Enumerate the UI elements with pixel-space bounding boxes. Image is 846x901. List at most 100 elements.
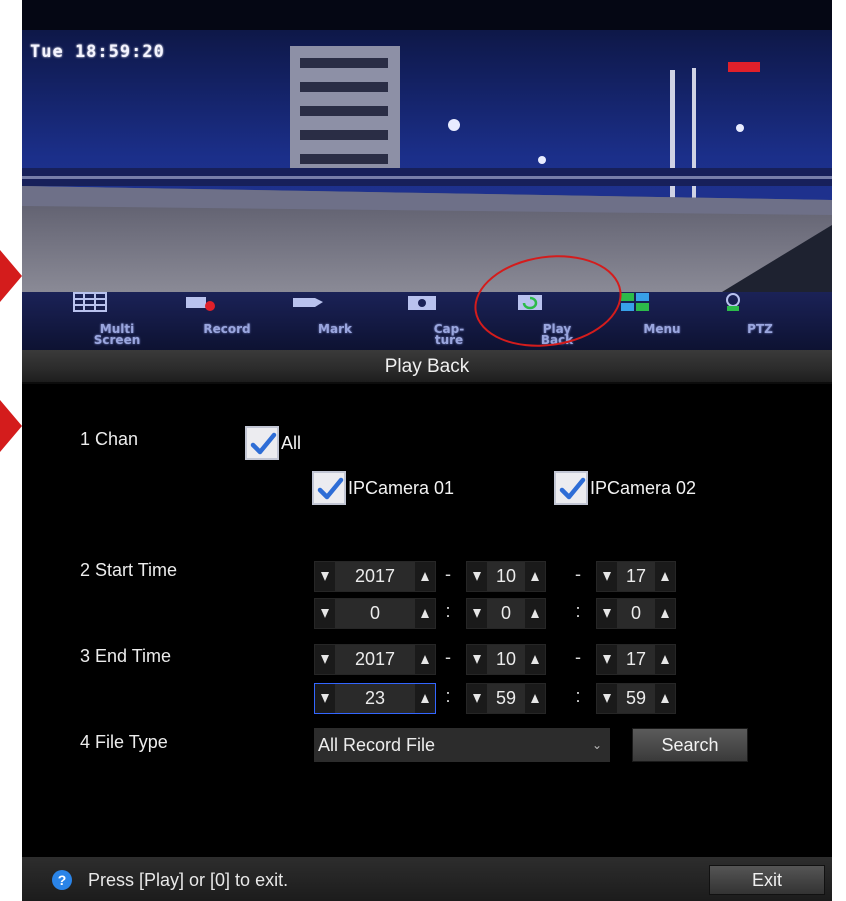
spinner-value: 10: [495, 566, 517, 586]
decrement-arrow-icon[interactable]: [315, 684, 335, 713]
search-button[interactable]: Search: [632, 728, 748, 762]
record-icon: [186, 297, 215, 311]
spinner-value: 10: [495, 649, 517, 669]
spinner-value: 2017: [354, 566, 396, 586]
increment-arrow-icon[interactable]: [415, 645, 435, 674]
file-type-label: 4 File Type: [80, 732, 168, 752]
decrement-arrow-icon[interactable]: [467, 645, 487, 674]
spinner-value: 17: [625, 566, 647, 586]
decrement-arrow-icon[interactable]: [597, 645, 617, 674]
start-minute-spinner[interactable]: 0: [466, 598, 546, 629]
dialog-title: Play Back: [22, 350, 832, 384]
time-separator: :: [575, 686, 581, 706]
checkmark-icon: [250, 432, 277, 455]
decrement-arrow-icon[interactable]: [315, 599, 335, 628]
end-hour-spinner[interactable]: 23: [314, 683, 436, 714]
increment-arrow-icon[interactable]: [525, 684, 545, 713]
spinner-value: 17: [625, 649, 647, 669]
time-separator: :: [445, 686, 451, 706]
decrement-arrow-icon[interactable]: [597, 562, 617, 591]
time-separator: :: [575, 601, 581, 621]
camera-clock: Tue 18:59:20: [30, 42, 165, 62]
start-month-spinner[interactable]: 10: [466, 561, 546, 592]
toolbar-label-line: ture: [434, 333, 464, 347]
spinner-value: 2017: [354, 649, 396, 669]
checkbox-label: IPCamera 01: [348, 477, 455, 498]
increment-arrow-icon[interactable]: [415, 684, 435, 713]
chevron-down-icon: ⌄: [591, 738, 602, 752]
checkmark-icon: [317, 477, 344, 500]
end-day-spinner[interactable]: 17: [596, 644, 676, 675]
mark-icon: [293, 298, 323, 307]
exit-button[interactable]: Exit: [709, 865, 825, 895]
increment-arrow-icon[interactable]: [415, 562, 435, 591]
file-type-value: All Record File: [318, 735, 436, 755]
file-type-select[interactable]: All Record File ⌄: [314, 728, 610, 762]
exit-hint: Press [Play] or [0] to exit.: [88, 870, 289, 890]
ptz-icon: [726, 293, 740, 311]
decrement-arrow-icon[interactable]: [467, 684, 487, 713]
start-hour-spinner[interactable]: 0: [314, 598, 436, 629]
toolbar-record-button[interactable]: Record: [182, 292, 272, 350]
spinner-value: 59: [625, 688, 647, 708]
end-time-label: 3 End Time: [80, 646, 172, 666]
annotation-arrow-icon: [0, 250, 22, 302]
increment-arrow-icon[interactable]: [655, 599, 675, 628]
date-separator: -: [575, 647, 581, 667]
checkbox-label: All: [281, 432, 302, 453]
camera-icon: [408, 296, 436, 310]
decrement-arrow-icon[interactable]: [467, 599, 487, 628]
increment-arrow-icon[interactable]: [655, 645, 675, 674]
checkbox-label: IPCamera 02: [590, 477, 697, 498]
toolbar-multi-screen-button[interactable]: Multi Screen: [72, 292, 162, 350]
recording-indicator: [728, 62, 760, 72]
decrement-arrow-icon[interactable]: [315, 645, 335, 674]
toolbar-label-line: Screen: [93, 333, 141, 347]
decrement-arrow-icon[interactable]: [315, 562, 335, 591]
grid-icon: [73, 292, 107, 312]
end-month-spinner[interactable]: 10: [466, 644, 546, 675]
decrement-arrow-icon[interactable]: [597, 684, 617, 713]
toolbar-label-line: Menu: [643, 322, 681, 336]
time-separator: :: [445, 601, 451, 621]
start-time-label: 2 Start Time: [80, 560, 178, 580]
increment-arrow-icon[interactable]: [655, 562, 675, 591]
checkmark-icon: [559, 477, 586, 500]
channel-label: 1 Chan: [80, 429, 139, 449]
status-bar: ? Press [Play] or [0] to exit. Exit: [22, 857, 832, 901]
date-separator: -: [445, 564, 451, 584]
playback-dialog: Play Back 1 Chan All IPCamera 01 IPCamer…: [22, 350, 832, 901]
checkbox-box[interactable]: [245, 426, 279, 460]
decrement-arrow-icon[interactable]: [467, 562, 487, 591]
live-view-toolbar: Multi Screen Record Mark Cap- ture Play …: [22, 292, 832, 350]
date-separator: -: [445, 647, 451, 667]
toolbar-label-line: PTZ: [747, 322, 773, 336]
spinner-value: 0: [630, 603, 641, 623]
increment-arrow-icon[interactable]: [525, 599, 545, 628]
ipcamera-02-checkbox[interactable]: IPCamera 02: [554, 471, 696, 505]
increment-arrow-icon[interactable]: [525, 645, 545, 674]
start-second-spinner[interactable]: 0: [596, 598, 676, 629]
start-year-spinner[interactable]: 2017: [314, 561, 436, 592]
menu-icon: [621, 293, 649, 311]
spinner-value: 59: [495, 688, 517, 708]
increment-arrow-icon[interactable]: [525, 562, 545, 591]
start-day-spinner[interactable]: 17: [596, 561, 676, 592]
increment-arrow-icon[interactable]: [655, 684, 675, 713]
decrement-arrow-icon[interactable]: [597, 599, 617, 628]
checkbox-box[interactable]: [554, 471, 588, 505]
spinner-value: 0: [500, 603, 511, 623]
toolbar-ptz-button[interactable]: PTZ: [715, 292, 805, 350]
ipcamera-01-checkbox[interactable]: IPCamera 01: [312, 471, 454, 505]
toolbar-menu-button[interactable]: Menu: [617, 292, 707, 350]
toolbar-label-line: Mark: [318, 322, 352, 336]
end-minute-spinner[interactable]: 59: [466, 683, 546, 714]
annotation-arrow-icon: [0, 400, 22, 452]
checkbox-box[interactable]: [312, 471, 346, 505]
toolbar-label-line: Record: [203, 322, 251, 336]
end-second-spinner[interactable]: 59: [596, 683, 676, 714]
increment-arrow-icon[interactable]: [415, 599, 435, 628]
end-year-spinner[interactable]: 2017: [314, 644, 436, 675]
toolbar-mark-button[interactable]: Mark: [290, 292, 380, 350]
all-channels-checkbox[interactable]: All: [245, 426, 301, 460]
